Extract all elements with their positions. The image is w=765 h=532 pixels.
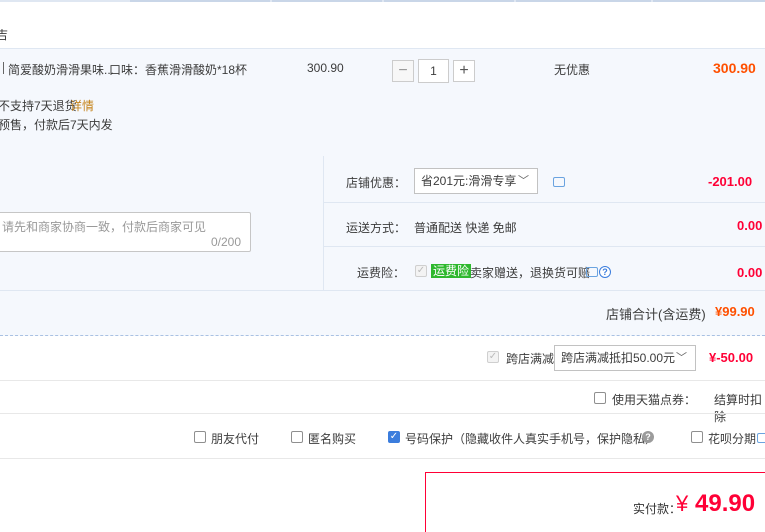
cross-store-amount: ¥-50.00 <box>709 350 754 365</box>
column-marker <box>653 0 765 2</box>
shop-total-amount: ¥99.90 <box>715 304 755 319</box>
column-marker <box>516 0 651 2</box>
column-marker <box>272 0 382 2</box>
tmall-points-note: 结算时扣除 <box>714 393 763 424</box>
item-discount: 无优惠 <box>554 63 591 77</box>
cross-store-selected: 跨店满减抵扣50.00元 <box>561 351 676 365</box>
item-unit-price: 300.90 <box>307 61 344 75</box>
help-icon[interactable]: ? <box>642 431 654 443</box>
quantity-increase-button[interactable]: + <box>453 60 475 82</box>
anonymous-label[interactable]: 匿名购买 <box>308 430 356 447</box>
insurance-amount: 0.00 <box>737 265 763 280</box>
presale-note: 预售，付款后7天内发 <box>0 118 113 132</box>
chat-icon[interactable] <box>553 177 565 187</box>
insurance-text: 卖家赠送，退换货可赔 <box>470 266 591 280</box>
quantity-input[interactable]: 1 <box>418 59 449 83</box>
column-marker <box>384 0 514 2</box>
tmall-points-checkbox[interactable] <box>594 392 606 404</box>
cross-store-label: 跨店满减 <box>506 352 555 366</box>
number-protect-checkbox[interactable]: ✓ <box>388 431 400 443</box>
shop-discount-selected: 省201元:滑滑专享 <box>421 174 517 188</box>
insurance-checkbox: ✓ <box>415 265 427 277</box>
cross-store-select[interactable]: 跨店满减抵扣50.00元 ﹀ <box>554 345 696 371</box>
huabei-checkbox[interactable] <box>691 431 703 443</box>
insurance-badge: 运费险 <box>431 264 472 278</box>
tmall-points-label: 使用天猫点券： <box>612 393 697 407</box>
payment-label: 实付款： <box>633 502 682 516</box>
column-divider <box>323 156 324 290</box>
chevron-down-icon: ﹀ <box>676 352 687 364</box>
cross-store-checkbox: ✓ <box>487 351 499 363</box>
shipping-amount: 0.00 <box>737 218 763 233</box>
shipping-method: 普通配送 快递 免邮 <box>414 221 517 235</box>
insurance-label: 运费险： <box>357 266 406 280</box>
anonymous-checkbox[interactable] <box>291 431 303 443</box>
shop-discount-amount: -201.00 <box>708 174 753 189</box>
row-divider <box>324 202 765 203</box>
chat-icon[interactable] <box>757 433 765 443</box>
shop-discount-select[interactable]: 省201元:滑滑专享 ﹀ <box>414 168 538 194</box>
chat-icon[interactable] <box>586 267 598 277</box>
friend-pay-checkbox[interactable] <box>194 431 206 443</box>
item-title-link[interactable]: 简爱酸奶滑滑果味... <box>8 61 114 78</box>
chevron-down-icon: ﹀ <box>518 175 529 187</box>
payment-amount: 49.90 <box>695 490 756 517</box>
number-protect-label[interactable]: 号码保护（隐藏收件人真实手机号，保护隐私） <box>405 430 657 447</box>
payment-currency: ¥ <box>676 491 689 516</box>
shop-total-label: 店铺合计(含运费) <box>606 307 706 322</box>
shipping-label: 运送方式： <box>346 221 407 235</box>
friend-pay-label[interactable]: 朋友代付 <box>211 430 259 447</box>
item-sku: 口味：香蕉滑滑酸奶*18杯 <box>109 63 248 77</box>
buyer-message-placeholder: 请先和商家协商一致，付款后商家可见 <box>2 220 207 234</box>
row-divider <box>0 413 765 414</box>
huabei-label[interactable]: 花呗分期 <box>708 430 756 447</box>
item-thumbnail-edge <box>0 62 4 74</box>
column-marker <box>130 0 270 2</box>
quantity-decrease-button[interactable]: − <box>392 60 414 82</box>
header-band <box>0 0 765 48</box>
item-subtotal: 300.90 <box>713 60 756 76</box>
return-policy-detail-link[interactable]: 详情 <box>70 97 94 114</box>
shop-discount-label: 店铺优惠： <box>346 176 407 190</box>
buyer-message-counter: 0/200 <box>211 235 242 249</box>
row-divider <box>0 458 765 459</box>
shop-name-fragment: 吉 <box>0 28 9 42</box>
row-divider <box>324 246 765 247</box>
return-policy-note: 不支持7天退货 <box>0 99 77 113</box>
help-icon[interactable]: ? <box>599 266 611 278</box>
row-divider <box>0 380 765 381</box>
